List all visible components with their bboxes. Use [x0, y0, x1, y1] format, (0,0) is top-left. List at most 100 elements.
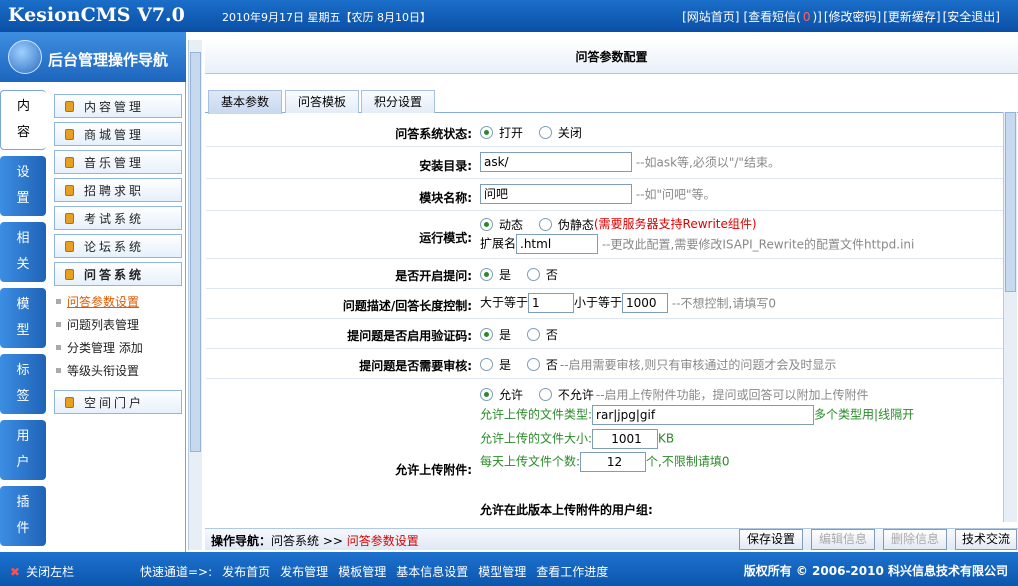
- max-length-input[interactable]: 1000: [622, 293, 669, 313]
- link-update-cache[interactable]: [更新缓存]: [883, 10, 940, 24]
- allow-ask-label: 是否开启提问:: [395, 269, 472, 283]
- upload-deny-radio[interactable]: [538, 388, 552, 401]
- quick-work-progress[interactable]: 查看工作进度: [536, 565, 608, 579]
- menu-lock-icon: [65, 212, 74, 224]
- min-length-input[interactable]: 1: [528, 293, 575, 313]
- row-run-mode: 运行模式: 动态 伪静态(需要服务器支持Rewrite组件) 扩展名 .html …: [206, 211, 1003, 259]
- top-bar: KesionCMS V7.0 2010年9月17日 星期五【农历 8月10日】 …: [0, 0, 1018, 32]
- menu-content-manage[interactable]: 内容管理: [54, 94, 182, 118]
- copyright: 版权所有 © 2006-2010 科兴信息技术有限公司: [743, 564, 1008, 578]
- status-on-radio[interactable]: [480, 126, 493, 139]
- tab-points-settings[interactable]: 积分设置: [361, 90, 435, 113]
- main-scrollbar[interactable]: [1003, 112, 1017, 522]
- ext-input[interactable]: .html: [516, 234, 599, 254]
- length-hint: --不想控制,请填写0: [671, 296, 776, 311]
- upload-label: 允许上传附件:: [395, 463, 472, 477]
- file-types-label: 允许上传的文件类型:: [480, 407, 593, 422]
- module-name-label: 模块名称:: [419, 191, 472, 205]
- daily-upload-input[interactable]: 12: [580, 452, 647, 472]
- crumb-qa-system[interactable]: 问答系统: [271, 534, 319, 548]
- file-size-input[interactable]: 1001: [592, 429, 659, 449]
- menu-space-portal[interactable]: 空间门户: [54, 390, 182, 414]
- audit-no-radio[interactable]: [526, 358, 540, 371]
- subitem-qa-settings[interactable]: 问答参数设置: [54, 290, 184, 313]
- daily-upload-hint: 个,不限制请填0: [646, 454, 730, 469]
- subitem-rank-titles[interactable]: 等级头衔设置: [54, 359, 184, 382]
- length-label: 问题描述/回答长度控制:: [342, 299, 472, 313]
- menu-shop-manage[interactable]: 商城管理: [54, 122, 182, 146]
- vtab-content[interactable]: 内容: [0, 90, 46, 150]
- row-allow-ask: 是否开启提问: 是 否: [206, 259, 1003, 289]
- vertical-tabs: 内容 设置 相关 模型 标签 用户 插件: [0, 90, 48, 552]
- vtab-model[interactable]: 模型: [0, 288, 46, 348]
- subitem-question-list[interactable]: 问题列表管理: [54, 313, 184, 336]
- left-scroll-thumb[interactable]: [190, 52, 201, 452]
- audit-label: 提问题是否需要审核:: [359, 359, 472, 373]
- menu-lock-icon: [65, 268, 74, 280]
- menu-qa-system[interactable]: 问答系统: [54, 262, 182, 286]
- audit-hint: --启用需要审核,则只有审核通过的问题才会及时显示: [559, 358, 837, 372]
- vtab-users[interactable]: 用户: [0, 420, 46, 480]
- tab-qa-templates[interactable]: 问答模板: [285, 90, 359, 113]
- row-length-control: 问题描述/回答长度控制: 大于等于 1 小于等于 1000 --不想控制,请填写0: [206, 289, 1003, 319]
- vtab-tags[interactable]: 标签: [0, 354, 46, 414]
- file-types-input[interactable]: rar|jpg|gif: [592, 405, 815, 425]
- file-size-unit: KB: [658, 431, 675, 446]
- left-scrollbar[interactable]: [188, 40, 202, 550]
- upload-hint: --启用上传附件功能，提问或回答可以附加上传附件: [595, 388, 869, 402]
- quick-publish-manage[interactable]: 发布管理: [280, 565, 328, 579]
- mode-dynamic-radio[interactable]: [480, 218, 493, 231]
- delete-info-button[interactable]: 删除信息: [883, 529, 947, 550]
- upload-allow-radio[interactable]: [480, 388, 493, 401]
- link-change-password[interactable]: [修改密码]: [824, 10, 881, 24]
- nav-header: 后台管理操作导航: [0, 32, 186, 82]
- close-left-panel[interactable]: ✖ 关闭左栏: [10, 563, 74, 580]
- quick-publish-home[interactable]: 发布首页: [222, 565, 270, 579]
- row-captcha: 提问题是否启用验证码: 是 否: [206, 319, 1003, 349]
- quick-basic-settings[interactable]: 基本信息设置: [396, 565, 468, 579]
- breadcrumb: 操作导航：问答系统 >> 问答参数设置: [211, 534, 419, 548]
- settings-tabs: 基本参数 问答模板 积分设置: [205, 87, 1018, 114]
- audit-yes-radio[interactable]: [480, 358, 493, 371]
- vtab-related[interactable]: 相关: [0, 222, 46, 282]
- quick-template-manage[interactable]: 模板管理: [338, 565, 386, 579]
- mode-static-radio[interactable]: [538, 218, 552, 231]
- run-mode-label: 运行模式:: [419, 231, 472, 245]
- row-audit: 提问题是否需要审核: 是 否 --启用需要审核,则只有审核通过的问题才会及时显示: [206, 349, 1003, 379]
- module-name-input[interactable]: 问吧: [480, 184, 632, 204]
- main-scroll-thumb[interactable]: [1005, 112, 1016, 292]
- module-name-hint: --如"问吧"等。: [635, 187, 716, 202]
- row-status: 问答系统状态: 打开 关闭: [206, 115, 1003, 147]
- allow-ask-yes-radio[interactable]: [480, 268, 493, 281]
- menu-music-manage[interactable]: 音乐管理: [54, 150, 182, 174]
- nav-title: 后台管理操作导航: [48, 51, 169, 69]
- edit-info-button[interactable]: 编辑信息: [811, 529, 875, 550]
- menu-exam[interactable]: 考试系统: [54, 206, 182, 230]
- subitem-category-manage[interactable]: 分类管理 添加: [54, 336, 184, 359]
- menu-forum[interactable]: 论坛系统: [54, 234, 182, 258]
- tech-exchange-button[interactable]: 技术交流: [955, 529, 1017, 550]
- bullet-icon: [56, 322, 61, 327]
- bullet-icon: [56, 368, 61, 373]
- admin-globe-icon: [8, 40, 42, 74]
- message-count-badge: 0: [802, 10, 811, 24]
- vtab-settings[interactable]: 设置: [0, 156, 46, 216]
- install-dir-input[interactable]: ask/: [480, 152, 632, 172]
- top-links: [网站首页] [查看短信(0)] [修改密码] [更新缓存] [安全退出]: [680, 8, 1000, 25]
- link-site-home[interactable]: [网站首页]: [682, 10, 739, 24]
- captcha-yes-radio[interactable]: [480, 328, 493, 341]
- quick-model-manage[interactable]: 模型管理: [478, 565, 526, 579]
- status-off-radio[interactable]: [538, 126, 552, 139]
- allow-ask-no-radio[interactable]: [526, 268, 540, 281]
- rewrite-note: (需要服务器支持Rewrite组件): [593, 217, 757, 231]
- captcha-no-radio[interactable]: [526, 328, 540, 341]
- menu-jobs[interactable]: 招聘求职: [54, 178, 182, 202]
- save-settings-button[interactable]: 保存设置: [739, 529, 803, 550]
- vtab-plugins[interactable]: 插件: [0, 486, 46, 546]
- link-logout[interactable]: [安全退出]: [943, 10, 1000, 24]
- link-view-messages[interactable]: [查看短信(0)]: [741, 10, 821, 24]
- tab-basic-params[interactable]: 基本参数: [208, 90, 282, 114]
- file-types-hint: 多个类型用|线隔开: [814, 407, 915, 422]
- file-size-label: 允许上传的文件大小:: [480, 431, 593, 446]
- bullet-icon: [56, 345, 61, 350]
